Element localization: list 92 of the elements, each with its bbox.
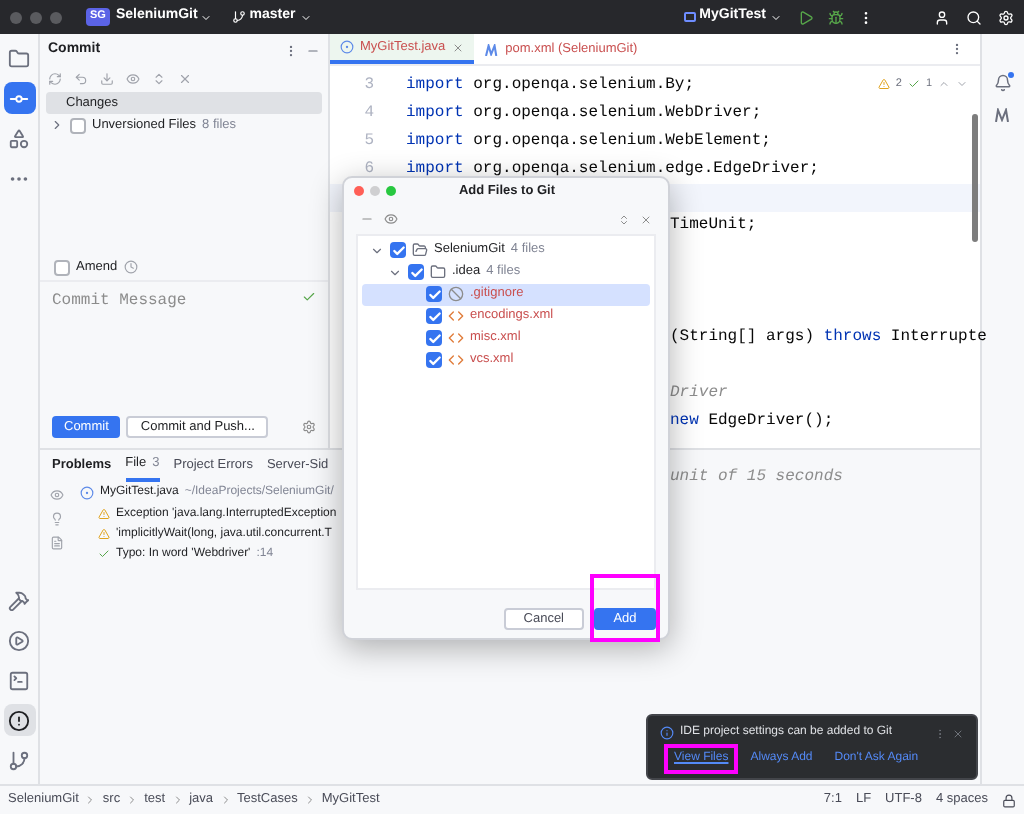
code-token: new <box>670 410 699 434</box>
line-number: 3 <box>362 74 376 98</box>
window-zoom-control[interactable] <box>386 186 396 197</box>
run-icon[interactable] <box>798 9 814 25</box>
collapse-icon[interactable] <box>640 213 652 226</box>
checkbox[interactable] <box>426 308 442 325</box>
separator-icon <box>126 794 139 806</box>
search-icon[interactable] <box>966 9 982 25</box>
typo-icon <box>98 548 110 560</box>
expand-icon[interactable] <box>370 243 384 258</box>
line-number: 6 <box>362 158 376 182</box>
expand-all-icon[interactable] <box>152 72 166 86</box>
account-icon[interactable] <box>934 9 950 25</box>
caret-icon <box>299 11 312 23</box>
eye-icon[interactable] <box>49 488 63 502</box>
code-token: (String[] args) <box>670 326 817 350</box>
rollback-icon[interactable] <box>74 72 88 86</box>
checkbox[interactable] <box>70 117 86 133</box>
lock-icon[interactable] <box>1002 793 1016 807</box>
window-minimize-control[interactable] <box>30 11 42 23</box>
refresh-icon[interactable] <box>48 72 62 86</box>
close-icon[interactable] <box>451 41 464 53</box>
window-zoom-control[interactable] <box>50 11 62 23</box>
code-token: import <box>406 158 464 182</box>
xml-icon <box>448 308 464 325</box>
history-icon[interactable] <box>123 260 138 274</box>
expand-icon[interactable] <box>50 118 64 132</box>
warning-icon <box>877 78 890 91</box>
class-icon <box>340 40 354 54</box>
tool-window-button[interactable] <box>3 704 35 736</box>
warning-icon <box>98 528 110 540</box>
notifications-icon[interactable] <box>994 74 1012 92</box>
code-token: import <box>406 130 464 154</box>
caret-icon <box>199 11 212 23</box>
checkbox[interactable] <box>54 259 70 275</box>
collapse-icon[interactable] <box>178 72 192 86</box>
folder-icon <box>430 264 446 281</box>
close-icon[interactable] <box>952 727 964 739</box>
branch-icon <box>231 10 246 24</box>
code-token: org.openqa.selenium.edge.EdgeDriver; <box>471 158 819 182</box>
debug-icon[interactable] <box>828 9 844 25</box>
class-icon <box>80 486 94 500</box>
warning-icon <box>98 508 110 520</box>
code-token: org.openqa.selenium.WebElement; <box>471 130 771 154</box>
eye-icon[interactable] <box>126 72 140 86</box>
hammer-icon <box>8 589 30 611</box>
separator-icon <box>84 794 97 806</box>
code-token: EdgeDriver(); <box>706 410 834 434</box>
eye-icon[interactable] <box>384 212 398 227</box>
expand-icon[interactable] <box>388 265 402 280</box>
lightbulb-icon[interactable] <box>49 512 63 526</box>
code-token: import <box>406 74 464 98</box>
code-token: Interrupte <box>888 326 987 350</box>
xml-icon <box>448 330 464 347</box>
play-icon <box>8 629 30 651</box>
ignored-icon <box>448 286 464 303</box>
checkbox[interactable] <box>408 264 424 281</box>
window-close-control[interactable] <box>10 11 22 23</box>
xml-icon <box>448 352 464 369</box>
code-token: org.openqa.selenium.By; <box>471 74 695 98</box>
check-icon <box>302 290 316 304</box>
line-number: 5 <box>362 130 376 154</box>
branch-icon <box>8 749 30 771</box>
commit-message-field[interactable]: Commit Message <box>52 290 302 318</box>
separator-icon <box>171 794 184 806</box>
separator-icon <box>219 794 231 806</box>
code-token: throws <box>823 326 882 350</box>
code-token: unit of 15 seconds <box>670 466 843 490</box>
checkbox[interactable] <box>390 242 406 259</box>
checkbox[interactable] <box>426 286 442 303</box>
terminal-icon <box>8 669 30 691</box>
code-token: org.openqa.selenium.WebDriver; <box>471 102 762 126</box>
typo-icon <box>907 78 920 91</box>
info-icon <box>660 726 674 740</box>
folder-icon <box>412 242 428 259</box>
code-token: Driver <box>670 382 728 406</box>
update-icon[interactable] <box>100 72 114 86</box>
structure-icon <box>8 127 30 149</box>
separator-icon <box>303 794 316 806</box>
folder-icon <box>8 47 30 69</box>
code-token: import <box>406 102 464 126</box>
code-token: TimeUnit; <box>670 214 757 238</box>
checkbox[interactable] <box>426 330 442 347</box>
file-icon[interactable] <box>49 536 63 550</box>
window-close-control[interactable] <box>354 186 364 197</box>
maven-icon[interactable] <box>994 108 1012 122</box>
alert-icon <box>8 709 30 731</box>
checkbox[interactable] <box>426 352 442 369</box>
maven-icon <box>483 43 500 55</box>
scrollbar[interactable] <box>972 114 978 242</box>
line-number: 4 <box>362 102 376 126</box>
caret-icon <box>770 11 782 23</box>
